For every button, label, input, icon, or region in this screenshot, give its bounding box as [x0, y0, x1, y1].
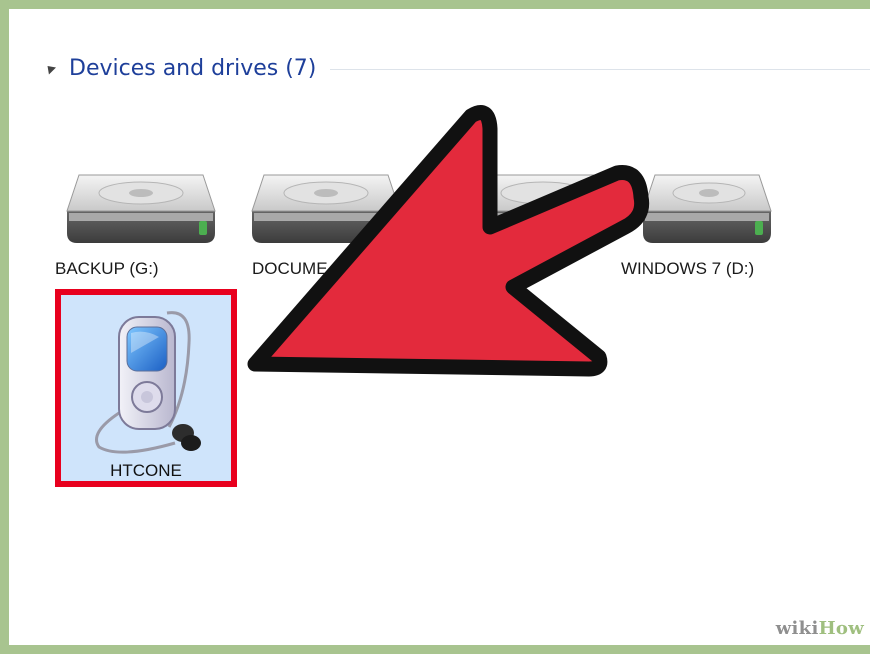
- pointer-arrow-icon: [247, 105, 650, 377]
- watermark-wiki: wiki: [775, 618, 819, 639]
- wikihow-watermark: wikiHow: [776, 618, 864, 639]
- explorer-window: Devices and drives (7) BACKUP (G:) DOCUM…: [0, 0, 870, 654]
- watermark-how: How: [818, 618, 864, 639]
